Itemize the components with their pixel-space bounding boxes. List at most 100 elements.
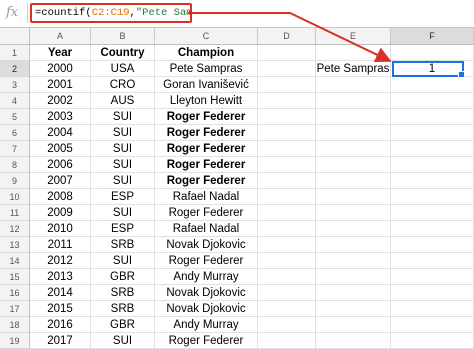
row-header[interactable]: 8	[0, 157, 30, 173]
cell-f18[interactable]	[391, 317, 474, 333]
cell-a15[interactable]: 2013	[30, 269, 91, 285]
cell-a14[interactable]: 2012	[30, 253, 91, 269]
cell-b2[interactable]: USA	[91, 61, 155, 77]
cell-a7[interactable]: 2005	[30, 141, 91, 157]
cell-a9[interactable]: 2007	[30, 173, 91, 189]
row-header[interactable]: 15	[0, 269, 30, 285]
row-header[interactable]: 1	[0, 45, 30, 61]
spreadsheet-grid[interactable]: A B C D E F 1 Year Country Champion 2 2000 USA Pete S…	[0, 28, 474, 349]
cell-c15[interactable]: Andy Murray	[155, 269, 258, 285]
cell-b4[interactable]: AUS	[91, 93, 155, 109]
cell-d11[interactable]	[258, 205, 316, 221]
cell-a16[interactable]: 2014	[30, 285, 91, 301]
row-header[interactable]: 3	[0, 77, 30, 93]
cell-b5[interactable]: SUI	[91, 109, 155, 125]
cell-e19[interactable]	[316, 333, 391, 349]
cell-c16[interactable]: Novak Djokovic	[155, 285, 258, 301]
column-header-a[interactable]: A	[30, 28, 91, 45]
cell-d10[interactable]	[258, 189, 316, 205]
cell-a2[interactable]: 2000	[30, 61, 91, 77]
cell-e7[interactable]	[316, 141, 391, 157]
cell-c2[interactable]: Pete Sampras	[155, 61, 258, 77]
cell-d8[interactable]	[258, 157, 316, 173]
cell-e17[interactable]	[316, 301, 391, 317]
column-header-d[interactable]: D	[258, 28, 316, 45]
cell-f11[interactable]	[391, 205, 474, 221]
row-header[interactable]: 4	[0, 93, 30, 109]
cell-a4[interactable]: 2002	[30, 93, 91, 109]
cell-a8[interactable]: 2006	[30, 157, 91, 173]
cell-d18[interactable]	[258, 317, 316, 333]
cell-d2[interactable]	[258, 61, 316, 77]
cell-f14[interactable]	[391, 253, 474, 269]
cell-a17[interactable]: 2015	[30, 301, 91, 317]
cell-e1[interactable]	[316, 45, 391, 61]
cell-a12[interactable]: 2010	[30, 221, 91, 237]
cell-a13[interactable]: 2011	[30, 237, 91, 253]
cell-f12[interactable]	[391, 221, 474, 237]
cell-c10[interactable]: Rafael Nadal	[155, 189, 258, 205]
cell-b18[interactable]: GBR	[91, 317, 155, 333]
cell-a1[interactable]: Year	[30, 45, 91, 61]
row-header[interactable]: 17	[0, 301, 30, 317]
row-header[interactable]: 11	[0, 205, 30, 221]
cell-b1[interactable]: Country	[91, 45, 155, 61]
cell-f8[interactable]	[391, 157, 474, 173]
cell-f13[interactable]	[391, 237, 474, 253]
cell-e18[interactable]	[316, 317, 391, 333]
cell-b16[interactable]: SRB	[91, 285, 155, 301]
cell-d3[interactable]	[258, 77, 316, 93]
cell-b19[interactable]: SUI	[91, 333, 155, 349]
cell-d5[interactable]	[258, 109, 316, 125]
cell-c17[interactable]: Novak Djokovic	[155, 301, 258, 317]
formula-input[interactable]: =countif(C2:C19,"Pete Sampras")	[30, 3, 192, 23]
cell-c8[interactable]: Roger Federer	[155, 157, 258, 173]
cell-d15[interactable]	[258, 269, 316, 285]
row-header[interactable]: 12	[0, 221, 30, 237]
cell-f6[interactable]	[391, 125, 474, 141]
row-header[interactable]: 10	[0, 189, 30, 205]
cell-c18[interactable]: Andy Murray	[155, 317, 258, 333]
cell-e4[interactable]	[316, 93, 391, 109]
cell-f3[interactable]	[391, 77, 474, 93]
cell-b13[interactable]: SRB	[91, 237, 155, 253]
cell-f7[interactable]	[391, 141, 474, 157]
cell-f4[interactable]	[391, 93, 474, 109]
cell-a10[interactable]: 2008	[30, 189, 91, 205]
cell-f9[interactable]	[391, 173, 474, 189]
cell-a11[interactable]: 2009	[30, 205, 91, 221]
cell-d6[interactable]	[258, 125, 316, 141]
cell-e8[interactable]	[316, 157, 391, 173]
cell-d9[interactable]	[258, 173, 316, 189]
cell-e5[interactable]	[316, 109, 391, 125]
cell-c3[interactable]: Goran Ivanišević	[155, 77, 258, 93]
cell-b9[interactable]: SUI	[91, 173, 155, 189]
cell-b14[interactable]: SUI	[91, 253, 155, 269]
cell-a19[interactable]: 2017	[30, 333, 91, 349]
row-header[interactable]: 13	[0, 237, 30, 253]
cell-a3[interactable]: 2001	[30, 77, 91, 93]
cell-d4[interactable]	[258, 93, 316, 109]
cell-f1[interactable]	[391, 45, 474, 61]
cell-f17[interactable]	[391, 301, 474, 317]
cell-f15[interactable]	[391, 269, 474, 285]
cell-d14[interactable]	[258, 253, 316, 269]
cell-b11[interactable]: SUI	[91, 205, 155, 221]
column-header-c[interactable]: C	[155, 28, 258, 45]
cell-c5[interactable]: Roger Federer	[155, 109, 258, 125]
cell-e13[interactable]	[316, 237, 391, 253]
cell-e3[interactable]	[316, 77, 391, 93]
cell-c19[interactable]: Roger Federer	[155, 333, 258, 349]
cell-b3[interactable]: CRO	[91, 77, 155, 93]
cell-a18[interactable]: 2016	[30, 317, 91, 333]
cell-a5[interactable]: 2003	[30, 109, 91, 125]
cell-d7[interactable]	[258, 141, 316, 157]
cell-e16[interactable]	[316, 285, 391, 301]
cell-c13[interactable]: Novak Djokovic	[155, 237, 258, 253]
cell-a6[interactable]: 2004	[30, 125, 91, 141]
cell-f16[interactable]	[391, 285, 474, 301]
column-header-e[interactable]: E	[316, 28, 391, 45]
cell-e2[interactable]: Pete Sampras	[316, 61, 391, 77]
cell-e15[interactable]	[316, 269, 391, 285]
cell-c11[interactable]: Roger Federer	[155, 205, 258, 221]
